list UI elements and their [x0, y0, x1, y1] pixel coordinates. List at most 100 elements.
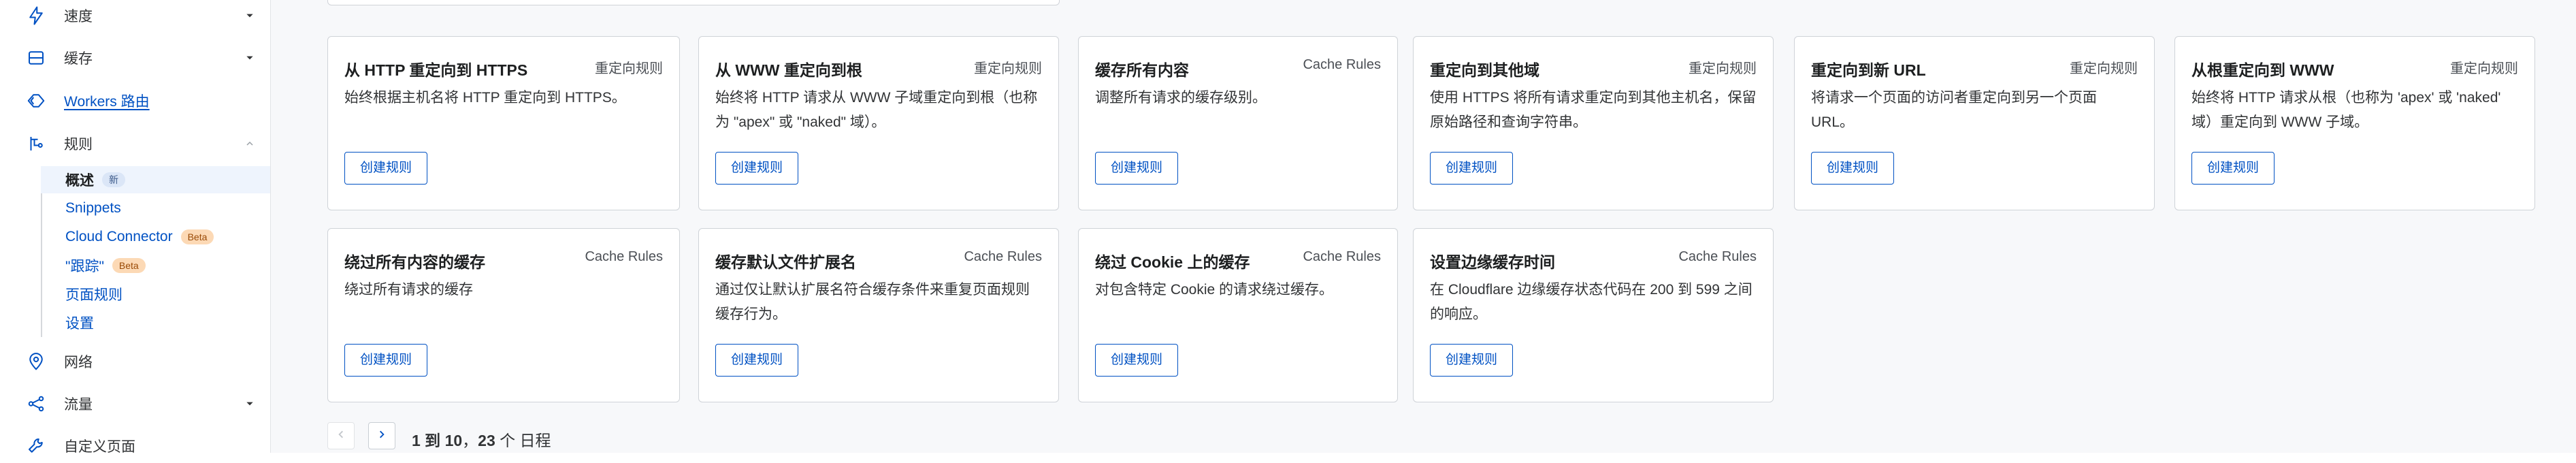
card-description: 通过仅让默认扩展名符合缓存条件来重复页面规则缓存行为。 — [715, 282, 1030, 322]
card-tag: Cache Rules — [1678, 249, 1757, 264]
create-rule-button[interactable]: 创建规则 — [344, 152, 428, 185]
card-title: 设置边缘缓存时间 — [1430, 253, 1555, 271]
chevron-left-icon — [336, 430, 346, 443]
new-badge: 新 — [102, 172, 125, 187]
sidebar-subitem-cloud-connector[interactable]: Cloud Connector Beta — [41, 223, 214, 251]
create-rule-button[interactable]: 创建规则 — [1430, 152, 1514, 185]
template-card: 缓存默认文件扩展名 Cache Rules 通过仅让默认扩展名符合缓存条件来重复… — [698, 228, 1059, 402]
sidebar-item-network[interactable]: 网络 — [0, 345, 270, 379]
wrench-icon — [25, 434, 48, 458]
sidebar-item-label: 网络 — [64, 355, 93, 370]
sidebar-subitem-label: Cloud Connector — [65, 229, 173, 244]
template-card: 绕过所有内容的缓存 Cache Rules 绕过所有请求的缓存 创建规则 — [327, 228, 680, 402]
template-card: 重定向到新 URL 重定向规则 将请求一个页面的访问者重定向到另一个页面 URL… — [1794, 36, 2155, 210]
template-card: 缓存所有内容 Cache Rules 调整所有请求的缓存级别。 创建规则 — [1078, 36, 1398, 210]
create-rule-button[interactable]: 创建规则 — [715, 344, 799, 377]
card-title: 重定向到其他域 — [1430, 61, 1539, 79]
sidebar-item-label: 自定义页面 — [64, 439, 135, 455]
lightning-icon — [25, 4, 48, 27]
next-page-button[interactable] — [368, 422, 395, 449]
create-rule-button[interactable]: 创建规则 — [715, 152, 799, 185]
card-tag: 重定向规则 — [2070, 61, 2138, 76]
sidebar-subitem-overview[interactable]: 概述 新 — [41, 166, 270, 193]
template-card: 绕过 Cookie 上的缓存 Cache Rules 对包含特定 Cookie … — [1078, 228, 1398, 402]
card-description: 对包含特定 Cookie 的请求绕过缓存。 — [1095, 282, 1334, 298]
sidebar-subitem-trace[interactable]: "跟踪" Beta — [41, 252, 146, 279]
card-tag: 重定向规则 — [2450, 61, 2518, 76]
card-tag: Cache Rules — [1303, 57, 1381, 72]
create-rule-button[interactable]: 创建规则 — [344, 344, 428, 377]
network-pin-icon — [25, 350, 48, 373]
beta-badge: Beta — [112, 258, 146, 273]
sidebar-subitem-snippets[interactable]: Snippets — [41, 195, 121, 222]
traffic-icon — [25, 392, 48, 415]
sidebar-subitem-label: 设置 — [65, 316, 94, 332]
template-card: 从 WWW 重定向到根 重定向规则 始终将 HTTP 请求从 WWW 子域重定向… — [698, 36, 1059, 210]
template-card: 从 HTTP 重定向到 HTTPS 重定向规则 始终根据主机名将 HTTP 重定… — [327, 36, 680, 210]
sidebar: 速度 缓存 Workers 路由 规则 概述 新 Snippets Cloud … — [0, 0, 271, 455]
sidebar-item-label: 速度 — [64, 9, 93, 25]
sidebar-subitem-label: "跟踪" — [65, 259, 104, 274]
create-rule-button[interactable]: 创建规则 — [1811, 152, 1895, 185]
main-content: 从 HTTP 重定向到 HTTPS 重定向规则 始终根据主机名将 HTTP 重定… — [271, 0, 2576, 453]
card-description: 绕过所有请求的缓存 — [344, 282, 473, 298]
search-box-partial[interactable] — [327, 0, 1060, 5]
sidebar-subitem-label: 页面规则 — [65, 287, 123, 303]
sidebar-subitem-label: Snippets — [65, 200, 121, 216]
chevron-down-icon — [242, 50, 258, 66]
sidebar-item-label: 规则 — [64, 137, 93, 153]
pagination-separator: ， — [462, 432, 478, 449]
sidebar-item-rules[interactable]: 规则 — [0, 127, 270, 161]
pagination-total: 23 — [478, 432, 495, 449]
sidebar-item-label: 流量 — [64, 397, 93, 413]
beta-badge: Beta — [180, 229, 214, 244]
sidebar-subitem-settings[interactable]: 设置 — [41, 309, 94, 336]
pagination-unit: 个 日程 — [500, 432, 551, 449]
card-title: 绕过所有内容的缓存 — [344, 253, 485, 271]
template-card: 从根重定向到 WWW 重定向规则 始终将 HTTP 请求从根（也称为 'apex… — [2174, 36, 2535, 210]
sidebar-item-speed[interactable]: 速度 — [0, 0, 270, 33]
card-title: 绕过 Cookie 上的缓存 — [1095, 253, 1250, 271]
chevron-down-icon — [242, 7, 258, 24]
card-tag: Cache Rules — [1303, 249, 1381, 264]
card-description: 将请求一个页面的访问者重定向到另一个页面 URL。 — [1811, 90, 2097, 130]
sidebar-item-custom-pages[interactable]: 自定义页面 — [0, 429, 270, 463]
template-card: 设置边缘缓存时间 Cache Rules 在 Cloudflare 边缘缓存状态… — [1413, 228, 1774, 402]
chevron-down-icon — [242, 396, 258, 412]
chevron-right-icon — [377, 430, 387, 443]
card-description: 始终将 HTTP 请求从 WWW 子域重定向到根（也称为 "apex" 或 "n… — [715, 90, 1038, 130]
card-title: 缓存所有内容 — [1095, 61, 1189, 79]
sidebar-item-workers-routes[interactable]: Workers 路由 — [0, 84, 270, 118]
storage-icon — [25, 46, 48, 69]
template-card: 重定向到其他域 重定向规则 使用 HTTPS 将所有请求重定向到其他主机名，保留… — [1413, 36, 1774, 210]
create-rule-button[interactable]: 创建规则 — [1095, 344, 1179, 377]
sidebar-item-label: Workers 路由 — [64, 94, 150, 110]
prev-page-button[interactable] — [327, 422, 355, 449]
sidebar-subitem-page-rules[interactable]: 页面规则 — [41, 281, 123, 308]
card-title: 重定向到新 URL — [1811, 61, 1926, 79]
card-description: 调整所有请求的缓存级别。 — [1095, 90, 1267, 106]
workers-icon — [25, 89, 48, 112]
sidebar-item-traffic[interactable]: 流量 — [0, 387, 270, 421]
card-description: 始终将 HTTP 请求从根（也称为 'apex' 或 'naked' 域）重定向… — [2191, 90, 2501, 130]
card-description: 在 Cloudflare 边缘缓存状态代码在 200 到 599 之间的响应。 — [1430, 282, 1752, 322]
create-rule-button[interactable]: 创建规则 — [2191, 152, 2275, 185]
rules-icon — [25, 132, 48, 155]
sidebar-item-cache[interactable]: 缓存 — [0, 41, 270, 75]
chevron-up-icon — [242, 135, 258, 152]
card-title: 从根重定向到 WWW — [2191, 61, 2334, 79]
card-description: 使用 HTTPS 将所有请求重定向到其他主机名，保留原始路径和查询字符串。 — [1430, 90, 1757, 130]
pagination-range: 1 到 10 — [412, 432, 463, 449]
pagination-summary: 1 到 10，23 个 日程 — [412, 428, 551, 451]
card-tag: Cache Rules — [585, 249, 663, 264]
sidebar-item-label: 缓存 — [64, 51, 93, 67]
card-tag: 重定向规则 — [974, 61, 1042, 76]
card-tag: Cache Rules — [964, 249, 1042, 264]
card-tag: 重定向规则 — [1689, 61, 1757, 76]
card-tag: 重定向规则 — [595, 61, 663, 76]
card-title: 从 HTTP 重定向到 HTTPS — [344, 61, 528, 79]
card-description: 始终根据主机名将 HTTP 重定向到 HTTPS。 — [344, 90, 626, 106]
create-rule-button[interactable]: 创建规则 — [1095, 152, 1179, 185]
card-title: 从 WWW 重定向到根 — [715, 61, 862, 79]
create-rule-button[interactable]: 创建规则 — [1430, 344, 1514, 377]
